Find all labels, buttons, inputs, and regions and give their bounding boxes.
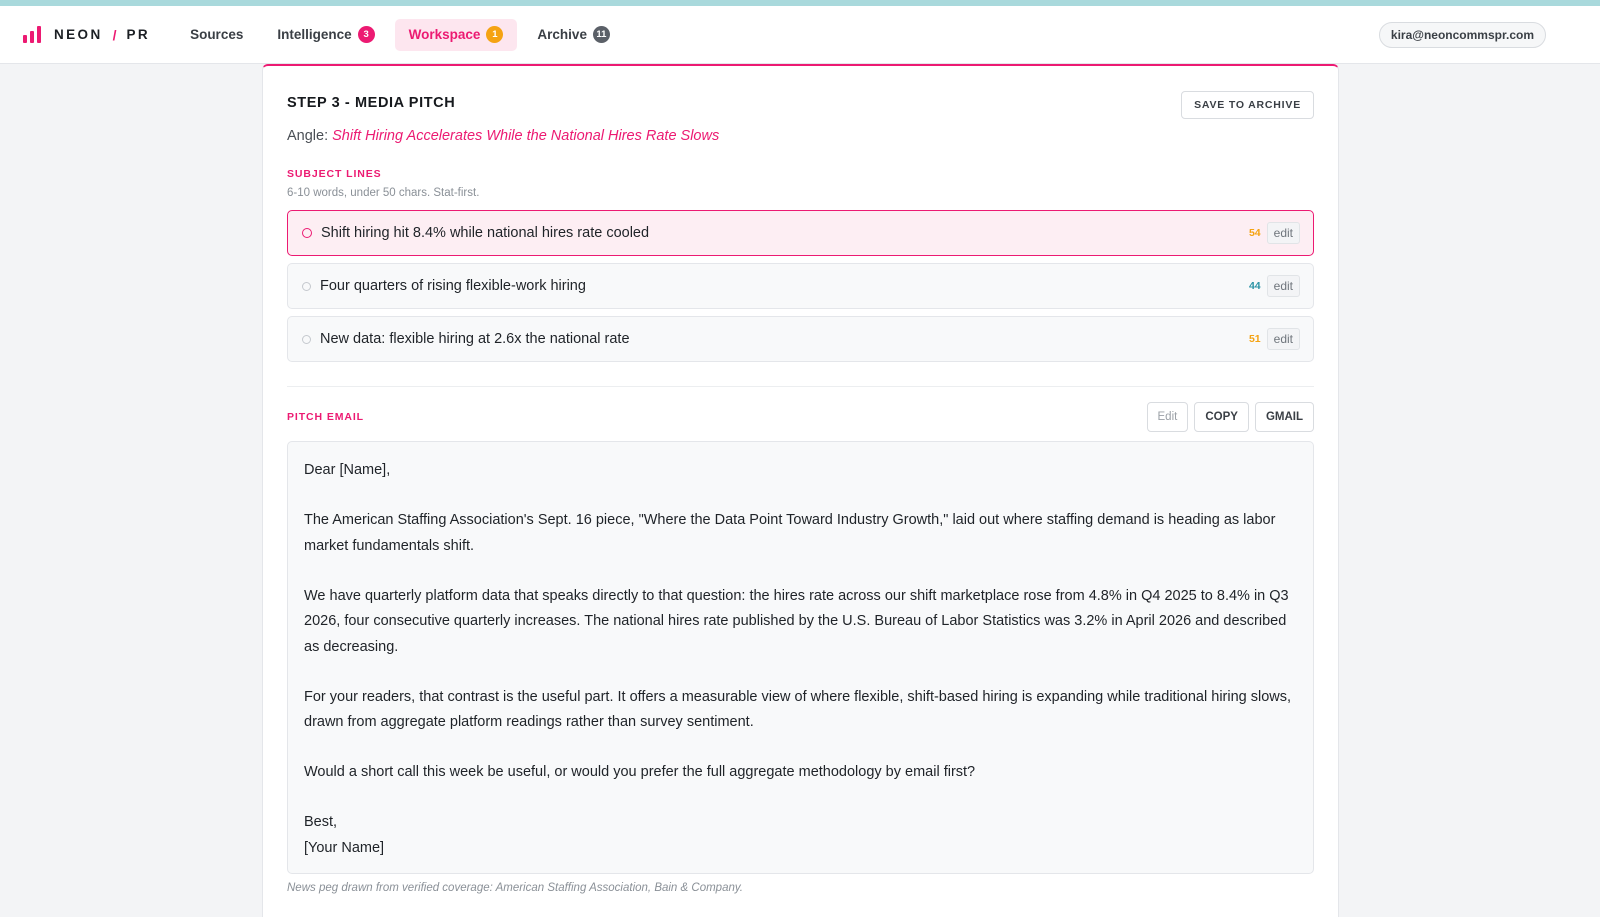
subject-lines-hint: 6-10 words, under 50 chars. Stat-first. [287, 187, 480, 199]
angle-value: Shift Hiring Accelerates While the Natio… [332, 128, 720, 144]
email-signoff: Best, [304, 814, 338, 830]
edit-subject-button[interactable]: edit [1266, 328, 1300, 350]
main-nav: Sources Intelligence 3 Workspace 1 Archi… [176, 18, 630, 51]
nav-tab-intelligence[interactable]: Intelligence 3 [263, 19, 388, 51]
angle-label: Angle: [287, 128, 329, 144]
copy-button[interactable]: COPY [1194, 402, 1249, 432]
pitch-email-heading: PITCH EMAIL [287, 411, 364, 423]
top-navbar: NEON / PR Sources Intelligence 3 Workspa… [0, 6, 1600, 64]
subject-line-text: Four quarters of rising flexible-work hi… [320, 278, 586, 294]
radio-icon[interactable] [302, 334, 311, 344]
subject-line-text: New data: flexible hiring at 2.6x the na… [320, 331, 630, 347]
radio-selected-icon[interactable] [302, 228, 312, 238]
nav-tab-archive[interactable]: Archive 11 [523, 19, 624, 51]
count-badge: 3 [357, 26, 375, 43]
nav-tab-label: Workspace [408, 27, 481, 42]
gmail-button[interactable]: GMAIL [1254, 402, 1314, 432]
count-badge: 11 [592, 26, 610, 43]
media-pitch-card: STEP 3 - MEDIA PITCH SAVE TO ARCHIVE Ang… [262, 64, 1339, 917]
char-count: 54 [1248, 227, 1261, 239]
nav-tab-sources[interactable]: Sources [176, 19, 257, 51]
account-email-button[interactable]: kira@neoncommspr.com [1378, 22, 1546, 48]
brand-slash: / [112, 26, 117, 43]
angle-line: Angle: Shift Hiring Accelerates While the… [287, 128, 719, 144]
subject-line-text: Shift hiring hit 8.4% while national hir… [321, 225, 650, 241]
subject-line-option[interactable]: Shift hiring hit 8.4% while national hir… [287, 210, 1314, 256]
pitch-email-body[interactable]: Dear [Name], The American Staffing Assoc… [287, 441, 1314, 874]
radio-icon[interactable] [302, 281, 311, 291]
brand-suffix: PR [126, 27, 151, 42]
nav-tab-label: Sources [190, 27, 244, 42]
email-paragraph: We have quarterly platform data that spe… [304, 587, 1289, 655]
email-paragraph: The American Staffing Association's Sept… [304, 512, 1276, 554]
email-paragraph: Would a short call this week be useful, … [304, 764, 976, 780]
subject-lines-heading: SUBJECT LINES [287, 168, 382, 180]
edit-subject-button[interactable]: edit [1266, 222, 1300, 244]
char-count: 44 [1248, 280, 1261, 292]
nav-tab-workspace[interactable]: Workspace 1 [394, 18, 518, 51]
save-to-archive-button[interactable]: SAVE TO ARCHIVE [1181, 91, 1314, 119]
char-count: 51 [1248, 333, 1261, 345]
email-signature: [Your Name] [304, 839, 385, 856]
nav-tab-label: Archive [537, 27, 587, 42]
section-divider [287, 386, 1314, 387]
nav-tab-label: Intelligence [277, 27, 352, 42]
email-actions: Edit COPY GMAIL [1141, 402, 1314, 432]
edit-email-button[interactable]: Edit [1146, 402, 1189, 432]
edit-subject-button[interactable]: edit [1266, 275, 1300, 297]
email-greeting: Dear [Name], [304, 462, 391, 478]
count-badge: 1 [486, 26, 504, 43]
page-title: STEP 3 - MEDIA PITCH [287, 95, 456, 111]
email-paragraph: For your readers, that contrast is the u… [304, 688, 1292, 731]
brand-logo[interactable]: NEON / PR [23, 26, 150, 43]
brand-name: NEON [54, 27, 103, 42]
news-peg-footnote: News peg drawn from verified coverage: A… [287, 882, 743, 894]
bar-chart-icon [23, 26, 41, 43]
subject-line-option[interactable]: New data: flexible hiring at 2.6x the na… [287, 316, 1314, 362]
subject-line-option[interactable]: Four quarters of rising flexible-work hi… [287, 263, 1314, 309]
